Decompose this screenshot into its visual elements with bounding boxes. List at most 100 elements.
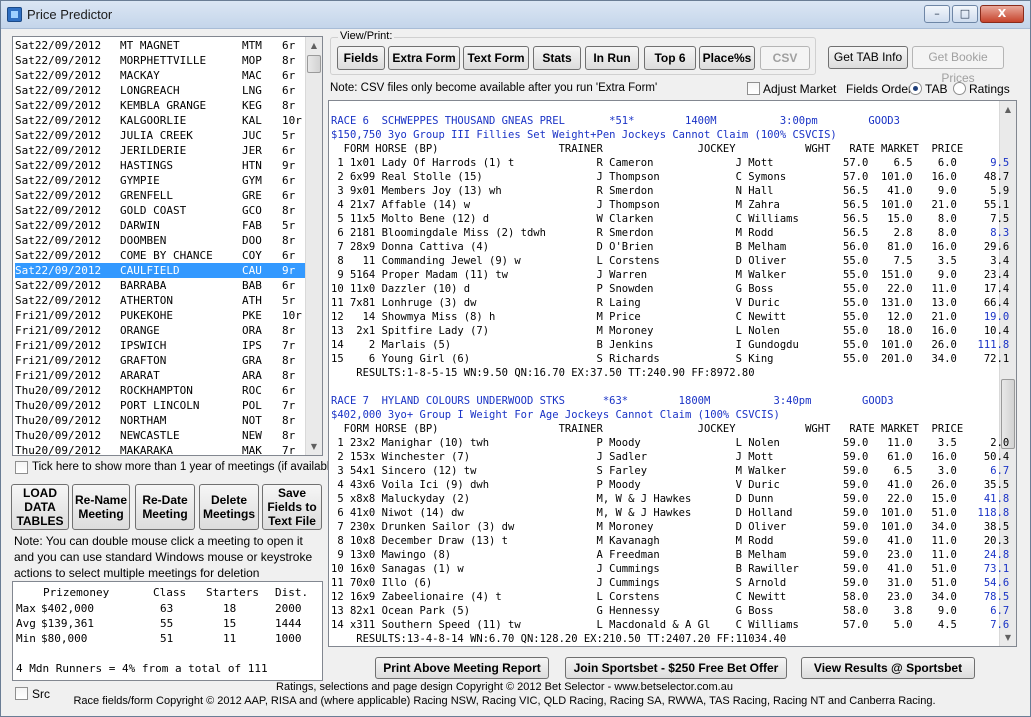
meeting-list-item[interactable]: Sat22/09/2012 LONGREACH LNG 6r (15, 83, 305, 98)
in-run-button[interactable]: In Run (585, 46, 639, 70)
print-report-button[interactable]: Print Above Meeting Report (375, 657, 549, 679)
view-results-button[interactable]: View Results @ Sportsbet (801, 657, 975, 679)
runner-row[interactable]: 9 5164 Proper Madam (11) tw J Warren M W… (331, 268, 1016, 282)
scroll-thumb[interactable] (307, 55, 321, 73)
meeting-list-item[interactable]: Sat22/09/2012 DOOMBEN DOO 8r (15, 233, 305, 248)
runner-row[interactable]: 4 21x7 Affable (14) w J Thompson M Zahra… (331, 198, 1016, 212)
place-percent-button[interactable]: Place%s (699, 46, 755, 70)
extra-form-button[interactable]: Extra Form (388, 46, 460, 70)
scroll-down-arrow-icon[interactable]: ▼ (306, 438, 322, 455)
meeting-list-item[interactable]: Fri21/09/2012 PUKEKOHE PKE 10r (15, 308, 305, 323)
runner-row[interactable]: 1 23x2 Manighar (10) twh P Moody L Nolen… (331, 436, 1016, 450)
runner-details: 2 6x99 Real Stolle (15) J Thompson C Sym… (331, 171, 964, 183)
redate-meeting-button[interactable]: Re-Date Meeting (135, 484, 195, 530)
meeting-list-item[interactable]: Sat22/09/2012 JERILDERIE JER 6r (15, 143, 305, 158)
meeting-list-item[interactable]: Sat22/09/2012 ATHERTON ATH 5r (15, 293, 305, 308)
maximize-button[interactable]: □ (952, 5, 978, 23)
meeting-list-item[interactable]: Sat22/09/2012 DARWIN FAB 5r (15, 218, 305, 233)
runner-row[interactable]: 8 11 Commanding Jewel (9) w L Corstens D… (331, 254, 1016, 268)
runner-row[interactable]: 15 6 Young Girl (6) S Richards S King 55… (331, 352, 1016, 366)
meeting-list-item[interactable]: Sat22/09/2012 GYMPIE GYM 6r (15, 173, 305, 188)
runner-row[interactable]: 3 54x1 Sincero (12) tw S Farley M Walker… (331, 464, 1016, 478)
runner-row[interactable]: 10 11x0 Dazzler (10) d P Snowden G Boss … (331, 282, 1016, 296)
csv-button[interactable]: CSV (760, 46, 810, 70)
runner-row[interactable]: 5 x8x8 Maluckyday (2) M, W & J Hawkes D … (331, 492, 1016, 506)
runner-details: 7 230x Drunken Sailor (3) dw M Moroney D… (331, 521, 964, 533)
runner-row[interactable]: 10 16x0 Sanagas (1) w J Cummings B Rawil… (331, 562, 1016, 576)
meeting-list-item[interactable]: Thu20/09/2012 PORT LINCOLN POL 7r (15, 398, 305, 413)
runner-details: 9 5164 Proper Madam (11) tw J Warren M W… (331, 269, 964, 281)
runner-row[interactable]: 8 10x8 December Draw (13) t M Kavanagh M… (331, 534, 1016, 548)
meeting-list-item[interactable]: Sat22/09/2012 MACKAY MAC 6r (15, 68, 305, 83)
top-6-button[interactable]: Top 6 (644, 46, 696, 70)
runner-row[interactable]: 9 13x0 Mawingo (8) A Freedman B Melham 5… (331, 548, 1016, 562)
stats-prize: $402,000 (41, 602, 94, 615)
runner-row[interactable]: 4 43x6 Voila Ici (9) dwh P Moody V Duric… (331, 478, 1016, 492)
fields-button[interactable]: Fields (337, 46, 385, 70)
minimize-button[interactable]: – (924, 5, 950, 23)
delete-meetings-button[interactable]: Delete Meetings (199, 484, 259, 530)
runner-price: 73.1 (983, 563, 1010, 575)
meeting-list-item[interactable]: Sat22/09/2012 MORPHETTVILLE MOP 8r (15, 53, 305, 68)
fields-order-ratings-radio[interactable] (953, 82, 966, 95)
runner-row[interactable]: 13 82x1 Ocean Park (5) G Hennessy G Boss… (331, 604, 1016, 618)
runner-row[interactable]: 14 x311 Southern Speed (11) tw L Macdona… (331, 618, 1016, 632)
runner-row[interactable]: 14 2 Marlais (5) B Jenkins I Gundogdu 55… (331, 338, 1016, 352)
meeting-list-item[interactable]: Thu20/09/2012 MAKARAKA MAK 7r (15, 443, 305, 455)
meeting-list-item[interactable]: Thu20/09/2012 NEWCASTLE NEW 8r (15, 428, 305, 443)
meeting-list-item[interactable]: Sat22/09/2012 CAULFIELD CAU 9r (15, 263, 305, 278)
text-form-button[interactable]: Text Form (463, 46, 529, 70)
get-bookie-prices-button[interactable]: Get Bookie Prices (912, 46, 1004, 85)
meeting-list-item[interactable]: Sat22/09/2012 KEMBLA GRANGE KEG 8r (15, 98, 305, 113)
runner-row[interactable]: 1 1x01 Lady Of Harrods (1) t R Cameron J… (331, 156, 1016, 170)
runner-row[interactable]: 11 7x81 Lonhruge (3) dw R Laing V Duric … (331, 296, 1016, 310)
meeting-list-item[interactable]: Sat22/09/2012 MT MAGNET MTM 6r (15, 38, 305, 53)
runner-row[interactable]: 3 9x01 Members Joy (13) wh R Smerdon N H… (331, 184, 1016, 198)
runner-row[interactable]: 6 41x0 Niwot (14) dw M, W & J Hawkes D H… (331, 506, 1016, 520)
runner-row[interactable]: 12 16x9 Zabeelionaire (4) t L Corstens C… (331, 590, 1016, 604)
sportsbet-offer-button[interactable]: Join Sportsbet - $250 Free Bet Offer (565, 657, 787, 679)
stats-class: 51 (160, 632, 174, 645)
runner-price: 7.6 (990, 619, 1010, 631)
meeting-races: 8r (282, 414, 296, 427)
adjust-market-checkbox[interactable] (747, 82, 760, 95)
meeting-list-item[interactable]: Thu20/09/2012 ROCKHAMPTON ROC 6r (15, 383, 305, 398)
meeting-list-item[interactable]: Fri21/09/2012 ARARAT ARA 8r (15, 368, 305, 383)
meeting-list-item[interactable]: Fri21/09/2012 ORANGE ORA 8r (15, 323, 305, 338)
runner-row[interactable]: 5 11x5 Molto Bene (12) d W Clarken C Wil… (331, 212, 1016, 226)
rename-meeting-button[interactable]: Re-Name Meeting (72, 484, 130, 530)
race-report-pane[interactable]: ▲ ▼ RACE 6 SCHWEPPES THOUSAND GNEAS PREL… (328, 100, 1017, 647)
runner-row[interactable]: 2 153x Winchester (7) J Sadler J Mott 59… (331, 450, 1016, 464)
runner-row[interactable]: 13 2x1 Spitfire Lady (7) M Moroney L Nol… (331, 324, 1016, 338)
runner-row[interactable]: 7 28x9 Donna Cattiva (4) D O'Brien B Mel… (331, 240, 1016, 254)
meeting-list-item[interactable]: Fri21/09/2012 IPSWICH IPS 7r (15, 338, 305, 353)
meeting-list-item[interactable]: Sat22/09/2012 GRENFELL GRE 6r (15, 188, 305, 203)
scroll-up-arrow-icon[interactable]: ▲ (306, 37, 322, 54)
meeting-list-item[interactable]: Sat22/09/2012 KALGOORLIE KAL 10r (15, 113, 305, 128)
runner-row[interactable]: 7 230x Drunken Sailor (3) dw M Moroney D… (331, 520, 1016, 534)
runner-details: 2 153x Winchester (7) J Sadler J Mott 59… (331, 451, 964, 463)
meetings-list[interactable]: ▲ ▼ Sat22/09/2012 MT MAGNET MTM 6r Sat22/09/… (12, 36, 323, 456)
runner-row[interactable]: 2 6x99 Real Stolle (15) J Thompson C Sym… (331, 170, 1016, 184)
report-scroll-up-icon[interactable]: ▲ (1000, 101, 1016, 118)
save-fields-button[interactable]: Save Fields to Text File (262, 484, 322, 530)
stats-button[interactable]: Stats (533, 46, 581, 70)
stats-header-class: Class (153, 586, 187, 599)
runner-row[interactable]: 11 70x0 Illo (6) J Cummings S Arnold 59.… (331, 576, 1016, 590)
load-data-tables-button[interactable]: LOAD DATA TABLES (11, 484, 69, 530)
get-tab-info-button[interactable]: Get TAB Info (828, 46, 908, 69)
show-more-years-checkbox[interactable] (15, 461, 28, 474)
meetings-scrollbar[interactable]: ▲ ▼ (305, 37, 322, 455)
runner-row[interactable]: 6 2181 Bloomingdale Miss (2) tdwh R Smer… (331, 226, 1016, 240)
meeting-list-item[interactable]: Sat22/09/2012 COME BY CHANCE COY 6r (15, 248, 305, 263)
meeting-list-item[interactable]: Sat22/09/2012 JULIA CREEK JUC 5r (15, 128, 305, 143)
close-button[interactable]: X (980, 5, 1024, 23)
meeting-list-item[interactable]: Sat22/09/2012 HASTINGS HTN 9r (15, 158, 305, 173)
meeting-list-item[interactable]: Sat22/09/2012 BARRABA BAB 6r (15, 278, 305, 293)
runner-row[interactable]: 12 14 Showmya Miss (8) h M Price C Newit… (331, 310, 1016, 324)
title-bar[interactable]: Price Predictor – □ X (1, 1, 1030, 29)
meeting-list-item[interactable]: Sat22/09/2012 GOLD COAST GCO 8r (15, 203, 305, 218)
meeting-list-item[interactable]: Fri21/09/2012 GRAFTON GRA 8r (15, 353, 305, 368)
fields-order-tab-radio[interactable] (909, 82, 922, 95)
meeting-list-item[interactable]: Thu20/09/2012 NORTHAM NOT 8r (15, 413, 305, 428)
